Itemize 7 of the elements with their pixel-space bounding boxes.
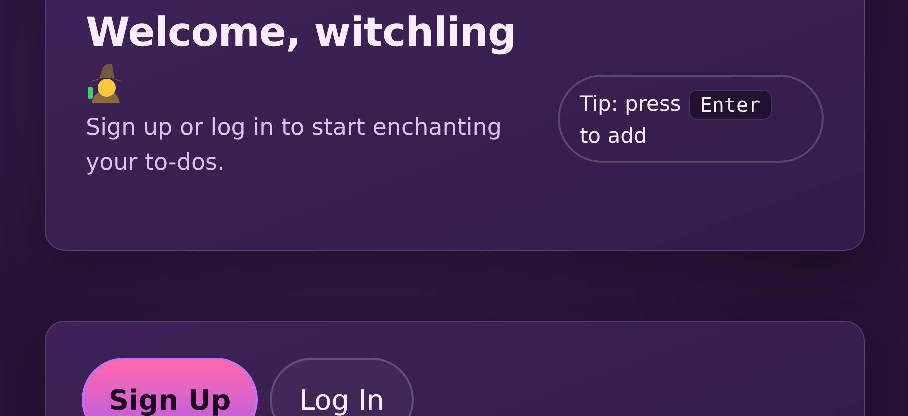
tip-text: to add [580, 122, 648, 150]
tip-text: Tip: press [580, 91, 682, 118]
welcome-title: Welcome, witchling [86, 9, 518, 57]
enter-key: Enter [689, 90, 772, 120]
sign-up-button[interactable]: Sign Up [82, 358, 258, 416]
log-in-button[interactable]: Log In [270, 358, 414, 416]
welcome-subtitle: Sign up or log in to start enchanting your to-dos. [86, 114, 503, 178]
